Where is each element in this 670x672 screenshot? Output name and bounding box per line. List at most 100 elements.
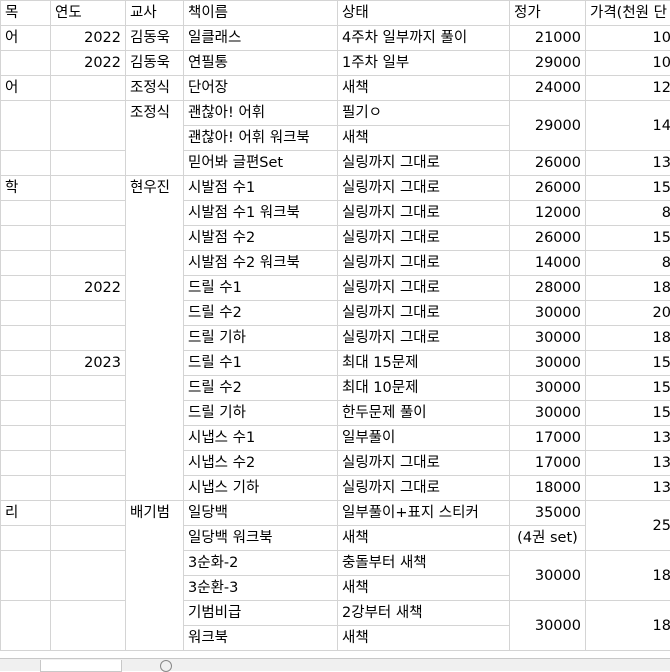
cell-book[interactable]: 드릴 기하	[184, 401, 338, 426]
cell-sale[interactable]: 14	[586, 101, 670, 151]
cell-book[interactable]: 연필통	[184, 51, 338, 76]
cell-price[interactable]: 26000	[510, 226, 586, 251]
cell-category[interactable]	[1, 426, 51, 451]
cell-sale[interactable]: 18	[586, 276, 670, 301]
cell-category[interactable]	[1, 251, 51, 276]
cell-status[interactable]: 새책	[338, 126, 510, 151]
cell-sale[interactable]: 8	[586, 251, 670, 276]
cell-teacher[interactable]: 김동욱	[126, 51, 184, 76]
cell-sale[interactable]: 20	[586, 301, 670, 326]
cell-status[interactable]: 실링까지 그대로	[338, 301, 510, 326]
cell-status[interactable]: 4주차 일부까지 풀이	[338, 26, 510, 51]
cell-status[interactable]: 한두문제 풀이	[338, 401, 510, 426]
cell-year[interactable]	[51, 326, 126, 351]
cell-book[interactable]: 드릴 기하	[184, 326, 338, 351]
cell-book[interactable]: 시발점 수2	[184, 226, 338, 251]
cell-price[interactable]: 14000	[510, 251, 586, 276]
cell-status[interactable]: 실링까지 그대로	[338, 326, 510, 351]
cell-price[interactable]: 30000	[510, 401, 586, 426]
cell-price[interactable]: 35000	[510, 501, 586, 526]
cell-price[interactable]: 26000	[510, 176, 586, 201]
cell-sale[interactable]: 15	[586, 376, 670, 401]
cell-book[interactable]: 3순화-2	[184, 551, 338, 576]
cell-price-note[interactable]: (4권 set)	[510, 526, 586, 551]
cell-year[interactable]	[51, 201, 126, 226]
cell-book[interactable]: 일클래스	[184, 26, 338, 51]
cell-category[interactable]	[1, 201, 51, 226]
cell-sale[interactable]: 25	[586, 501, 670, 551]
header-cell[interactable]: 연도	[51, 1, 126, 26]
cell-category[interactable]	[1, 226, 51, 251]
cell-status[interactable]: 충돌부터 새책	[338, 551, 510, 576]
cell-sale[interactable]: 15	[586, 351, 670, 376]
cell-status[interactable]: 실링까지 그대로	[338, 451, 510, 476]
cell-book[interactable]: 드릴 수1	[184, 351, 338, 376]
spreadsheet-grid[interactable]: 목 연도 교사 책이름 상태 정가 가격(천원 단 어 2022 김동욱 일클래…	[0, 0, 670, 660]
cell-price[interactable]: 17000	[510, 426, 586, 451]
cell-category[interactable]	[1, 151, 51, 176]
cell-book[interactable]: 시발점 수2 워크북	[184, 251, 338, 276]
cell-year[interactable]	[51, 376, 126, 401]
cell-year[interactable]	[51, 451, 126, 476]
cell-price[interactable]: 28000	[510, 276, 586, 301]
cell-book[interactable]: 드릴 수1	[184, 276, 338, 301]
cell-teacher[interactable]: 현우진	[126, 176, 184, 501]
cell-year[interactable]	[51, 76, 126, 101]
cell-year[interactable]	[51, 526, 126, 551]
cell-price[interactable]: 30000	[510, 601, 586, 651]
cell-book[interactable]: 시냅스 수2	[184, 451, 338, 476]
cell-sale[interactable]: 18	[586, 551, 670, 601]
cell-status[interactable]: 새책	[338, 576, 510, 601]
cell-year[interactable]	[51, 601, 126, 651]
cell-book[interactable]: 괜찮아! 어휘 워크북	[184, 126, 338, 151]
cell-category[interactable]	[1, 351, 51, 376]
cell-book[interactable]: 기범비급	[184, 601, 338, 626]
cell-sale[interactable]: 12	[586, 76, 670, 101]
cell-year[interactable]	[51, 176, 126, 201]
cell-year[interactable]	[51, 151, 126, 176]
cell-book[interactable]: 시발점 수1 워크북	[184, 201, 338, 226]
cell-category[interactable]	[1, 301, 51, 326]
cell-category[interactable]: 어	[1, 26, 51, 51]
cell-teacher[interactable]: 김동욱	[126, 26, 184, 51]
cell-price[interactable]: 24000	[510, 76, 586, 101]
cell-year[interactable]: 2022	[51, 26, 126, 51]
cell-sale[interactable]: 13	[586, 476, 670, 501]
cell-book[interactable]: 믿어봐 글편Set	[184, 151, 338, 176]
cell-book[interactable]: 일당백	[184, 501, 338, 526]
cell-price[interactable]: 30000	[510, 376, 586, 401]
cell-year[interactable]	[51, 401, 126, 426]
cell-price[interactable]: 26000	[510, 151, 586, 176]
cell-sale[interactable]: 10	[586, 51, 670, 76]
cell-category[interactable]	[1, 276, 51, 301]
cell-book[interactable]: 시냅스 기하	[184, 476, 338, 501]
cell-year[interactable]	[51, 551, 126, 601]
cell-sale[interactable]: 15	[586, 176, 670, 201]
cell-price[interactable]: 29000	[510, 51, 586, 76]
cell-sale[interactable]: 13	[586, 426, 670, 451]
cell-status[interactable]: 일부풀이	[338, 426, 510, 451]
add-sheet-icon[interactable]	[160, 660, 172, 672]
cell-category[interactable]	[1, 101, 51, 151]
cell-category[interactable]: 리	[1, 501, 51, 526]
header-cell[interactable]: 상태	[338, 1, 510, 26]
cell-status[interactable]: 필기ㅇ	[338, 101, 510, 126]
cell-year[interactable]	[51, 226, 126, 251]
cell-status[interactable]: 1주차 일부	[338, 51, 510, 76]
header-cell[interactable]: 책이름	[184, 1, 338, 26]
cell-book[interactable]: 괜찮아! 어휘	[184, 101, 338, 126]
cell-status[interactable]: 실링까지 그대로	[338, 151, 510, 176]
cell-category[interactable]: 학	[1, 176, 51, 201]
cell-status[interactable]: 실링까지 그대로	[338, 276, 510, 301]
cell-category[interactable]	[1, 551, 51, 601]
header-cell[interactable]: 교사	[126, 1, 184, 26]
cell-status[interactable]: 실링까지 그대로	[338, 251, 510, 276]
cell-category[interactable]	[1, 401, 51, 426]
cell-year[interactable]	[51, 426, 126, 451]
header-cell[interactable]: 정가	[510, 1, 586, 26]
cell-status[interactable]: 일부풀이+표지 스티커	[338, 501, 510, 526]
sheet-tab[interactable]	[40, 660, 122, 672]
header-cell[interactable]: 목	[1, 1, 51, 26]
cell-status[interactable]: 실링까지 그대로	[338, 176, 510, 201]
cell-status[interactable]: 최대 15문제	[338, 351, 510, 376]
